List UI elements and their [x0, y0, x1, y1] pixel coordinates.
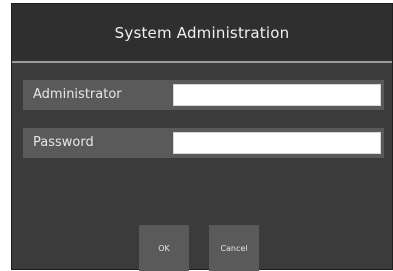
system-administration-dialog: System Administration Administrator Pass…: [11, 3, 393, 271]
password-row: Password: [23, 128, 384, 158]
administrator-row: Administrator: [23, 80, 384, 110]
password-label: Password: [33, 135, 94, 150]
dialog-title-bar: System Administration: [12, 4, 392, 63]
dialog-title: System Administration: [114, 24, 290, 42]
administrator-label: Administrator: [33, 87, 122, 102]
administrator-input[interactable]: [173, 84, 381, 106]
ok-button[interactable]: OK: [139, 225, 189, 271]
password-input[interactable]: [173, 132, 381, 154]
cancel-button[interactable]: Cancel: [209, 225, 259, 271]
